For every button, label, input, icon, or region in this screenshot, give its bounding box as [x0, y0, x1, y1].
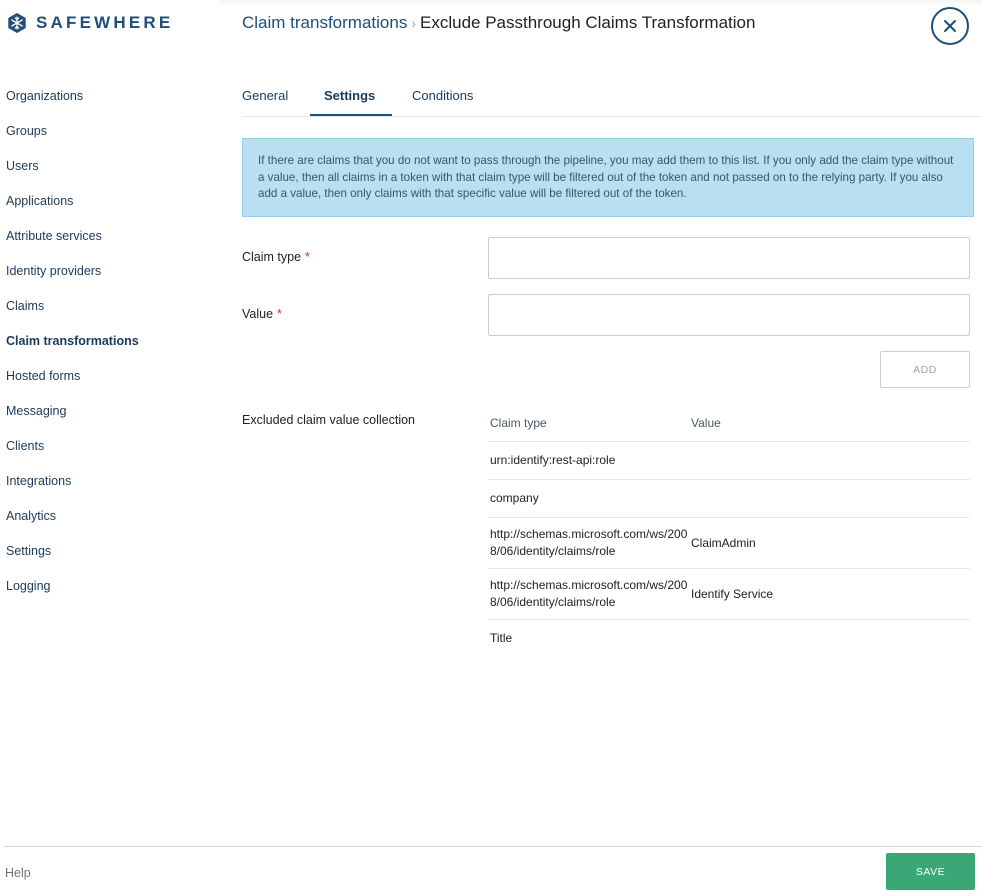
claim-type-cell: http://schemas.microsoft.com/ws/2008/06/… — [490, 527, 688, 558]
header-shadow — [220, 0, 982, 6]
table-row[interactable]: urn:identify:rest-api:role — [488, 442, 970, 480]
sidebar-item-users[interactable]: Users — [0, 149, 220, 184]
value-cell: Identify Service — [691, 587, 774, 601]
sidebar-item-applications[interactable]: Applications — [0, 184, 220, 219]
close-icon — [944, 20, 956, 32]
breadcrumb-separator: › — [411, 15, 416, 31]
claim-type-cell: Title — [490, 630, 513, 645]
table-row[interactable]: company — [488, 480, 970, 518]
breadcrumb-parent-link[interactable]: Claim transformations — [242, 13, 407, 32]
sidebar-item-identity-providers[interactable]: Identity providers — [0, 254, 220, 289]
required-marker: * — [305, 250, 310, 264]
value-cell: ClaimAdmin — [691, 536, 756, 550]
sidebar-item-integrations[interactable]: Integrations — [0, 464, 220, 499]
value-input[interactable] — [488, 294, 970, 336]
excluded-claims-table: Claim type Value urn:identify:rest-api:r… — [488, 405, 970, 656]
sidebar-item-clients[interactable]: Clients — [0, 429, 220, 464]
logo[interactable]: SAFEWHERE — [6, 12, 173, 34]
help-link[interactable]: Help — [5, 866, 31, 880]
breadcrumb: Claim transformations › Exclude Passthroug… — [242, 13, 755, 33]
claim-type-label: Claim type * — [242, 250, 310, 264]
value-label-text: Value — [242, 307, 274, 321]
table-row[interactable]: http://schemas.microsoft.com/ws/2008/06/… — [488, 518, 970, 569]
sidebar-item-settings[interactable]: Settings — [0, 534, 220, 569]
column-header-claim-type: Claim type — [490, 415, 547, 430]
sidebar-item-claim-transformations[interactable]: Claim transformations — [0, 324, 220, 359]
sidebar: Organizations Groups Users Applications … — [0, 79, 220, 604]
sidebar-item-organizations[interactable]: Organizations — [0, 79, 220, 114]
value-label: Value * — [242, 307, 282, 321]
claim-type-cell: company — [490, 491, 539, 505]
required-marker: * — [277, 307, 282, 321]
table-row[interactable]: Title — [488, 620, 970, 656]
close-button[interactable] — [931, 7, 969, 45]
info-box: If there are claims that you do not want… — [242, 138, 974, 217]
sidebar-item-claims[interactable]: Claims — [0, 289, 220, 324]
tab-bar: General Settings Conditions — [242, 80, 982, 117]
add-button[interactable]: ADD — [880, 351, 970, 388]
claim-type-cell: http://schemas.microsoft.com/ws/2008/06/… — [490, 578, 688, 609]
sidebar-item-groups[interactable]: Groups — [0, 114, 220, 149]
sidebar-item-analytics[interactable]: Analytics — [0, 499, 220, 534]
claim-type-label-text: Claim type — [242, 250, 302, 264]
active-tab-indicator — [310, 114, 392, 116]
save-button[interactable]: SAVE — [886, 853, 975, 890]
footer-divider — [4, 846, 982, 847]
tab-general[interactable]: General — [242, 88, 288, 103]
claim-type-input[interactable] — [488, 237, 970, 279]
sidebar-item-hosted-forms[interactable]: Hosted forms — [0, 359, 220, 394]
sidebar-item-attribute-services[interactable]: Attribute services — [0, 219, 220, 254]
collection-label: Excluded claim value collection — [242, 413, 416, 427]
claim-type-cell: urn:identify:rest-api:role — [490, 453, 616, 467]
tab-conditions[interactable]: Conditions — [412, 88, 473, 103]
tab-settings[interactable]: Settings — [324, 88, 375, 103]
page-title: Exclude Passthrough Claims Transformatio… — [420, 13, 756, 32]
sidebar-item-messaging[interactable]: Messaging — [0, 394, 220, 429]
table-header: Claim type Value — [488, 405, 970, 442]
snowflake-logo-icon — [8, 13, 26, 33]
sidebar-item-logging[interactable]: Logging — [0, 569, 220, 604]
column-header-value: Value — [691, 416, 721, 430]
table-row[interactable]: http://schemas.microsoft.com/ws/2008/06/… — [488, 569, 970, 620]
logo-text: SAFEWHERE — [36, 13, 174, 32]
